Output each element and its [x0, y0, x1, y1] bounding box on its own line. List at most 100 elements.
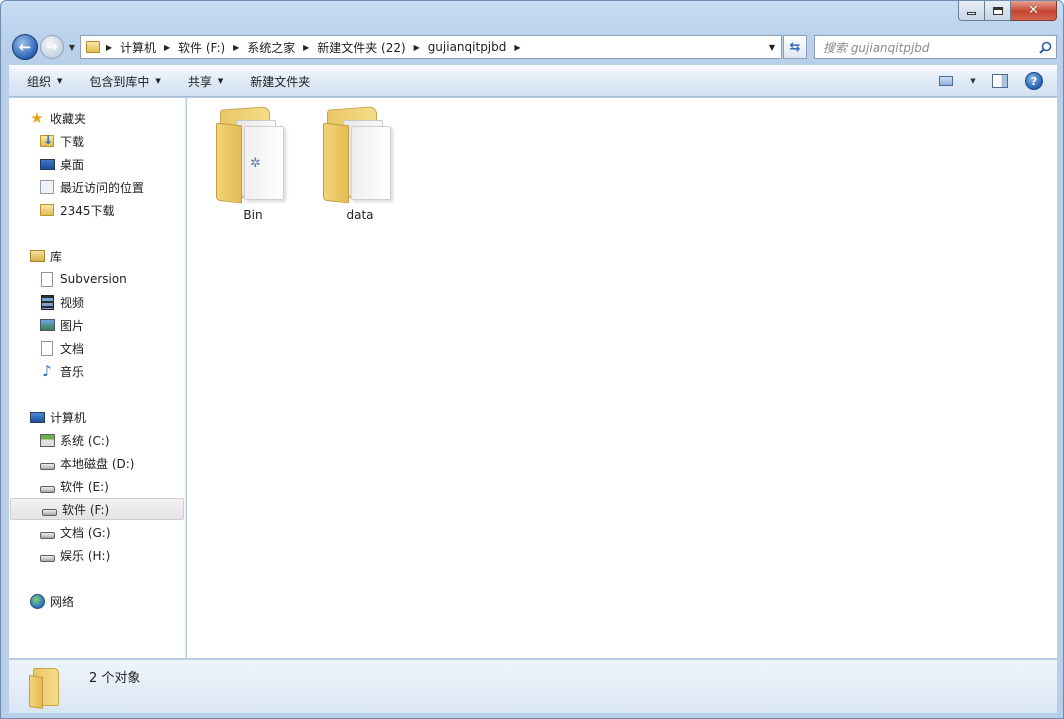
nav-item-drive-f[interactable]: 软件 (F:) — [10, 498, 184, 520]
nav-item-drive-e[interactable]: 软件 (E:) — [9, 475, 186, 497]
breadcrumb-item[interactable]: 计算机 — [118, 39, 158, 56]
hard-drive-icon — [39, 547, 55, 563]
folder-item-data[interactable]: data — [312, 104, 408, 222]
breadcrumb-separator-icon[interactable]: ▶ — [297, 43, 315, 52]
desktop-icon — [39, 156, 55, 172]
computer-icon — [29, 409, 45, 425]
organize-button[interactable]: 组织 ▼ — [18, 69, 71, 93]
nav-item-2345-downloads[interactable]: 2345下载 — [9, 199, 186, 221]
nav-item-recent-places[interactable]: 最近访问的位置 — [9, 176, 186, 198]
nav-group-computer[interactable]: 计算机 — [9, 406, 186, 428]
music-note-icon: ♪ — [42, 361, 52, 380]
address-dropdown-button[interactable]: ▼ — [763, 36, 781, 58]
library-icon — [29, 248, 45, 264]
file-list: ✲ Bin data — [187, 98, 1057, 658]
nav-group-libraries[interactable]: 库 — [9, 245, 186, 267]
nav-item-documents[interactable]: 文档 — [9, 337, 186, 359]
nav-item-label: 视频 — [60, 295, 85, 310]
breadcrumb-separator-icon[interactable]: ▶ — [508, 43, 526, 52]
recent-places-icon — [39, 179, 55, 195]
new-folder-label: 新建文件夹 — [250, 74, 311, 89]
breadcrumb-item[interactable]: 新建文件夹 (22) — [315, 39, 407, 56]
view-icon — [939, 76, 953, 86]
nav-item-drive-c[interactable]: 系统 (C:) — [9, 429, 186, 451]
folder-item-bin[interactable]: ✲ Bin — [205, 104, 301, 222]
details-pane: 2 个对象 — [9, 659, 1057, 713]
document-icon — [39, 340, 55, 356]
search-input[interactable]: 搜索 gujianqitpjbd — [814, 35, 1057, 59]
new-folder-button[interactable]: 新建文件夹 — [241, 69, 319, 93]
minimize-button[interactable] — [958, 1, 985, 21]
nav-item-pictures[interactable]: 图片 — [9, 314, 186, 336]
nav-item-drive-h[interactable]: 娱乐 (H:) — [9, 544, 186, 566]
folder-icon — [86, 41, 100, 53]
help-button[interactable]: ? — [1021, 70, 1047, 92]
minimize-icon — [967, 12, 976, 15]
folder-icon — [29, 668, 67, 709]
include-in-library-button[interactable]: 包含到库中 ▼ — [80, 69, 169, 93]
chevron-down-icon: ▼ — [155, 77, 161, 85]
maximize-icon — [992, 6, 1003, 15]
forward-button[interactable]: → — [40, 35, 64, 59]
address-bar[interactable]: ▶ 计算机 ▶ 软件 (F:) ▶ 系统之家 ▶ 新建文件夹 (22) ▶ gu… — [80, 35, 782, 59]
search-placeholder: 搜索 gujianqitpjbd — [823, 40, 930, 55]
breadcrumb-separator-icon[interactable]: ▶ — [227, 43, 245, 52]
nav-item-label: 软件 (E:) — [60, 479, 109, 494]
nav-item-desktop[interactable]: 桌面 — [9, 153, 186, 175]
nav-group-label: 网络 — [50, 594, 75, 609]
video-icon — [39, 294, 55, 310]
nav-item-downloads[interactable]: 下载 — [9, 130, 186, 152]
preview-pane-icon — [992, 74, 1008, 88]
item-count: 2 个对象 — [89, 671, 141, 686]
star-icon: ★ — [30, 108, 44, 127]
navigation-row: ← → ▼ ▶ 计算机 ▶ 软件 (F:) ▶ 系统之家 ▶ 新建文件夹 (22… — [1, 31, 1063, 63]
nav-item-videos[interactable]: 视频 — [9, 291, 186, 313]
share-label: 共享 — [187, 74, 212, 89]
caption-buttons: ✕ — [958, 1, 1057, 21]
nav-item-drive-d[interactable]: 本地磁盘 (D:) — [9, 452, 186, 474]
hard-drive-icon — [41, 501, 57, 517]
chevron-down-icon: ▼ — [970, 77, 976, 85]
nav-item-label: 图片 — [60, 318, 85, 333]
maximize-button[interactable] — [985, 1, 1011, 21]
folder-name: data — [346, 208, 374, 222]
chevron-down-icon: ▼ — [217, 77, 224, 85]
nav-group-favorites[interactable]: ★ 收藏夹 — [9, 107, 186, 129]
nav-group-label: 库 — [50, 249, 63, 264]
nav-group-network[interactable]: 网络 — [9, 590, 186, 612]
breadcrumb-item[interactable]: 软件 (F:) — [176, 39, 227, 56]
search-icon[interactable] — [1034, 41, 1056, 54]
help-icon: ? — [1025, 72, 1043, 90]
hard-drive-icon — [39, 524, 55, 540]
preview-pane-button[interactable] — [987, 70, 1013, 92]
folder-name: Bin — [243, 208, 263, 222]
system-drive-icon — [39, 432, 55, 448]
explorer-window: ✕ ← → ▼ ▶ 计算机 ▶ 软件 (F:) ▶ 系统之家 ▶ 新建文件夹 (… — [0, 0, 1064, 719]
share-button[interactable]: 共享 ▼ — [179, 69, 232, 93]
nav-item-label: 文档 — [60, 341, 85, 356]
breadcrumb-separator-icon[interactable]: ▶ — [158, 43, 176, 52]
chevron-down-icon: ▼ — [768, 42, 776, 52]
navigation-pane: ★ 收藏夹 下载 桌面 最近访问的位置 2345下载 库 Subversion — [9, 98, 186, 658]
breadcrumb-separator-icon[interactable]: ▶ — [100, 43, 118, 52]
folder-icon: ✲ — [214, 106, 292, 204]
view-options-button[interactable]: ▼ — [967, 70, 979, 92]
document-library-icon — [39, 271, 55, 287]
back-button[interactable]: ← — [12, 34, 38, 60]
picture-icon — [39, 317, 55, 333]
recent-pages-button[interactable]: ▼ — [66, 39, 78, 55]
chevron-down-icon: ▼ — [57, 77, 63, 85]
nav-item-music[interactable]: ♪ 音乐 — [9, 360, 186, 382]
nav-item-subversion[interactable]: Subversion — [9, 268, 186, 290]
close-button[interactable]: ✕ — [1011, 1, 1057, 21]
chevron-down-icon: ▼ — [68, 42, 76, 52]
back-arrow-icon: ← — [18, 38, 32, 56]
breadcrumb-item[interactable]: gujianqitpjbd — [426, 40, 509, 54]
breadcrumb-item[interactable]: 系统之家 — [245, 39, 297, 56]
change-view-button[interactable] — [933, 70, 959, 92]
breadcrumb-separator-icon[interactable]: ▶ — [408, 43, 426, 52]
nav-item-drive-g[interactable]: 文档 (G:) — [9, 521, 186, 543]
network-icon — [29, 593, 45, 609]
refresh-button[interactable]: ⇆ — [783, 35, 807, 59]
organize-label: 组织 — [27, 74, 52, 89]
